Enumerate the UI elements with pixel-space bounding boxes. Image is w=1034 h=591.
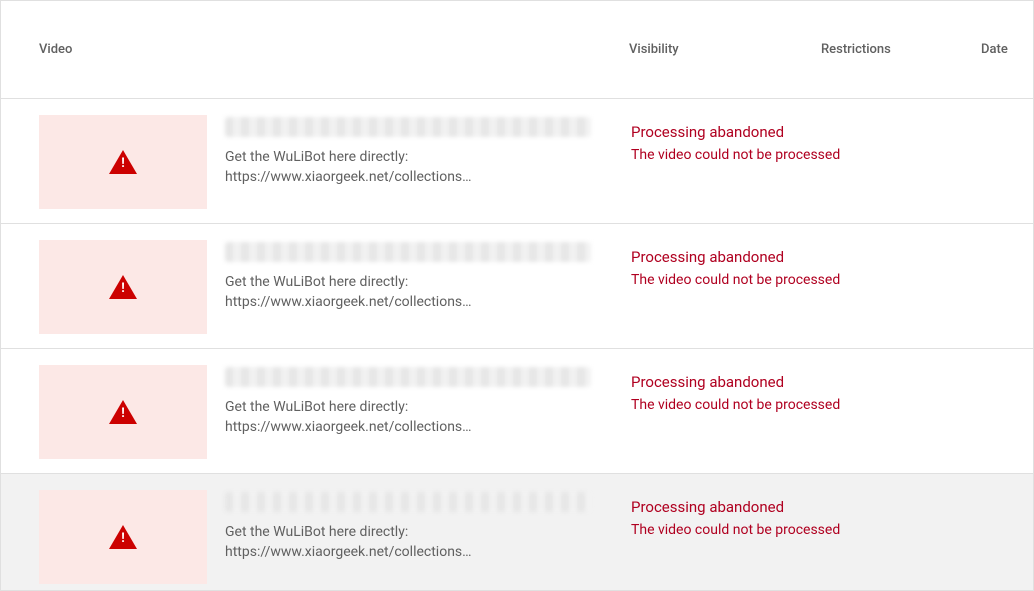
warning-triangle-icon: [109, 150, 137, 174]
video-description: Get the WuLiBot here directly: https://w…: [225, 272, 591, 312]
video-title-redacted: [225, 367, 591, 387]
processing-substatus: The video could not be processed: [631, 397, 1033, 413]
warning-triangle-icon: [109, 525, 137, 549]
warning-triangle-icon: [109, 275, 137, 299]
column-header-restrictions[interactable]: Restrictions: [821, 42, 981, 57]
processing-substatus: The video could not be processed: [631, 272, 1033, 288]
table-row[interactable]: Get the WuLiBot here directly: https://w…: [1, 224, 1033, 349]
processing-substatus: The video could not be processed: [631, 147, 1033, 163]
table-row[interactable]: Get the WuLiBot here directly: https://w…: [1, 474, 1033, 591]
table-row[interactable]: Get the WuLiBot here directly: https://w…: [1, 99, 1033, 224]
video-description: Get the WuLiBot here directly: https://w…: [225, 522, 591, 562]
video-list-panel: Video Visibility Restrictions Date Get t…: [0, 0, 1034, 591]
column-header-date[interactable]: Date: [981, 42, 1033, 57]
visibility-cell: Processing abandoned The video could not…: [591, 490, 1033, 584]
video-thumbnail[interactable]: [39, 240, 207, 334]
processing-status: Processing abandoned: [631, 123, 1033, 141]
processing-status: Processing abandoned: [631, 373, 1033, 391]
processing-substatus: The video could not be processed: [631, 522, 1033, 538]
video-thumbnail[interactable]: [39, 490, 207, 584]
video-thumbnail[interactable]: [39, 115, 207, 209]
table-header: Video Visibility Restrictions Date: [1, 1, 1033, 99]
visibility-cell: Processing abandoned The video could not…: [591, 240, 1033, 334]
column-header-video[interactable]: Video: [39, 42, 629, 57]
video-meta: Get the WuLiBot here directly: https://w…: [207, 365, 591, 459]
video-meta: Get the WuLiBot here directly: https://w…: [207, 240, 591, 334]
video-description: Get the WuLiBot here directly: https://w…: [225, 147, 591, 187]
processing-status: Processing abandoned: [631, 498, 1033, 516]
visibility-cell: Processing abandoned The video could not…: [591, 365, 1033, 459]
video-thumbnail[interactable]: [39, 365, 207, 459]
video-title-redacted: [225, 242, 591, 262]
video-title-redacted: [225, 492, 591, 512]
warning-triangle-icon: [109, 400, 137, 424]
visibility-cell: Processing abandoned The video could not…: [591, 115, 1033, 209]
column-header-visibility[interactable]: Visibility: [629, 42, 821, 57]
video-description: Get the WuLiBot here directly: https://w…: [225, 397, 591, 437]
video-title-redacted: [225, 117, 591, 137]
processing-status: Processing abandoned: [631, 248, 1033, 266]
video-meta: Get the WuLiBot here directly: https://w…: [207, 490, 591, 584]
table-row[interactable]: Get the WuLiBot here directly: https://w…: [1, 349, 1033, 474]
video-meta: Get the WuLiBot here directly: https://w…: [207, 115, 591, 209]
